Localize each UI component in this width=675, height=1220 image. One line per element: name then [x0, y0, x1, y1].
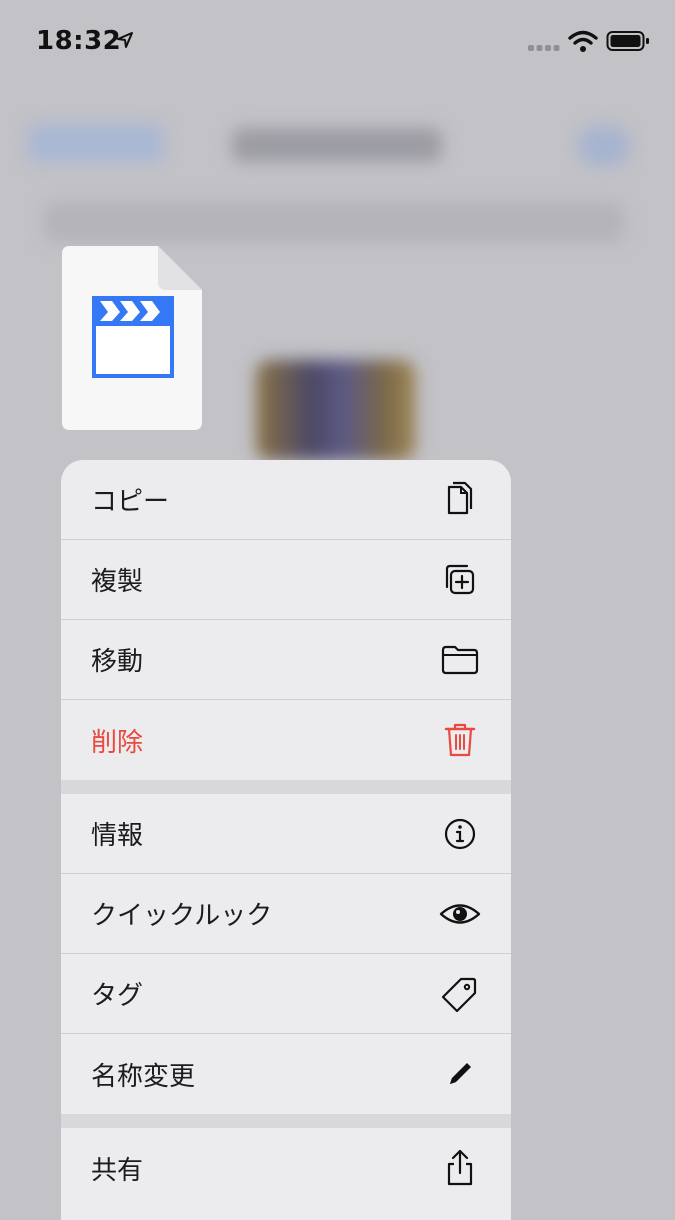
- context-menu: コピー 複製 移動 削除 情報 クイックルック タグ 名称変更 共有: [61, 460, 511, 1220]
- info-icon: [444, 818, 476, 849]
- clapperboard-icon: [92, 296, 174, 378]
- eye-icon: [439, 903, 481, 924]
- background-search-field: [44, 202, 624, 242]
- menu-item-move[interactable]: 移動: [61, 620, 511, 700]
- menu-item-rename[interactable]: 名称変更: [61, 1034, 511, 1114]
- menu-item-copy[interactable]: コピー: [61, 460, 511, 540]
- menu-item-info[interactable]: 情報: [61, 794, 511, 874]
- menu-item-tags[interactable]: タグ: [61, 954, 511, 1034]
- background-thumbnail: [256, 360, 416, 460]
- menu-item-label: 共有: [91, 1155, 144, 1186]
- menu-item-delete[interactable]: 削除: [61, 700, 511, 780]
- background-action-button: [578, 126, 630, 166]
- share-icon: [447, 1149, 473, 1186]
- menu-item-label: タグ: [91, 981, 144, 1011]
- wifi-icon: [568, 30, 598, 52]
- copy-icon: [447, 481, 473, 514]
- background-title: [232, 128, 442, 162]
- menu-item-label: コピー: [91, 487, 170, 517]
- menu-item-quick-look[interactable]: クイックルック: [61, 874, 511, 954]
- folder-icon: [441, 645, 479, 674]
- menu-item-label: 移動: [91, 647, 144, 677]
- pencil-icon: [450, 1063, 471, 1084]
- duplicate-icon: [445, 564, 475, 594]
- menu-item-duplicate[interactable]: 複製: [61, 540, 511, 620]
- trash-icon: [444, 723, 476, 757]
- menu-item-label: 複製: [91, 567, 144, 597]
- tag-icon: [441, 977, 477, 1012]
- menu-item-label: 情報: [91, 821, 144, 851]
- menu-item-label: 削除: [91, 727, 144, 758]
- status-time: 18:32: [36, 26, 122, 56]
- background-back-button: [28, 124, 163, 162]
- menu-item-label: 名称変更: [91, 1061, 196, 1092]
- signal-icon: [528, 45, 560, 51]
- menu-group-separator: [61, 780, 511, 794]
- status-bar: 18:32: [0, 0, 675, 84]
- location-arrow-icon: [117, 32, 133, 48]
- battery-icon: [606, 31, 649, 51]
- menu-group-separator: [61, 1114, 511, 1128]
- menu-item-share[interactable]: 共有: [61, 1128, 511, 1208]
- video-file-preview[interactable]: [62, 246, 202, 430]
- menu-item-label: クイックルック: [91, 901, 273, 931]
